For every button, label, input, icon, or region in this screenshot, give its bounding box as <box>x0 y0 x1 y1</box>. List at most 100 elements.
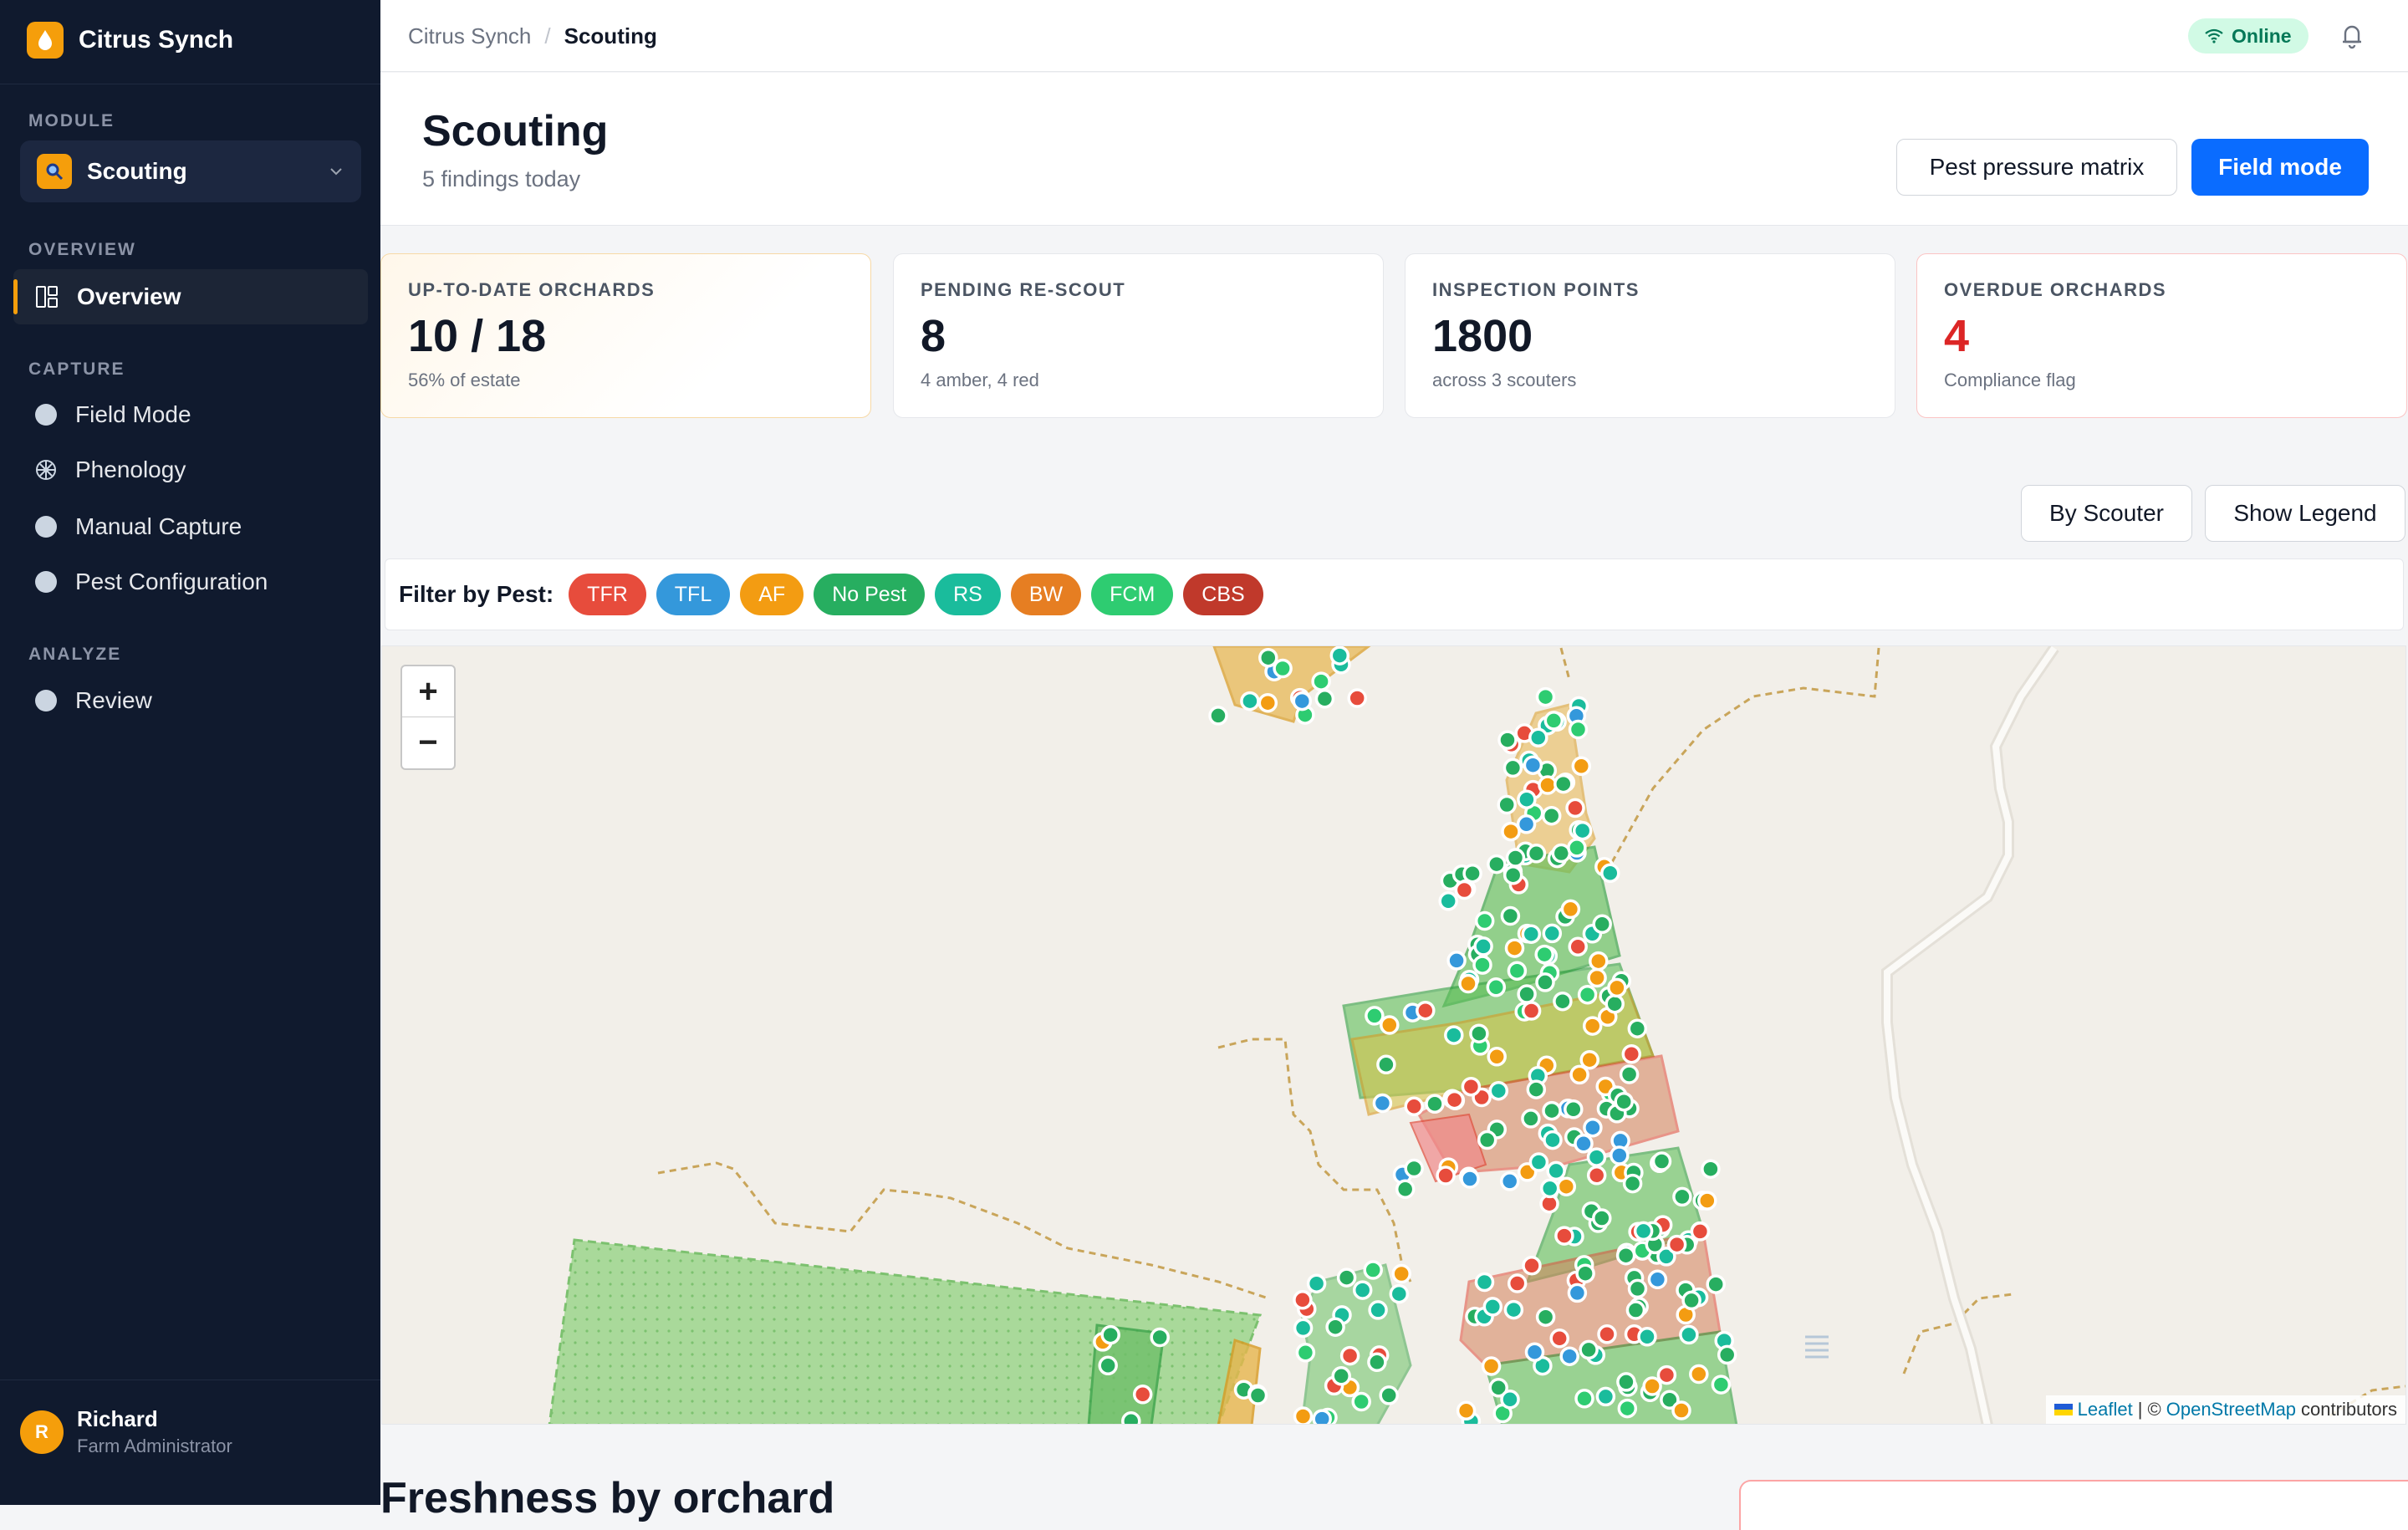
inspection-pin[interactable] <box>1711 1374 1732 1395</box>
zoom-out-button[interactable]: − <box>402 717 454 768</box>
inspection-pin[interactable] <box>1589 951 1609 972</box>
inspection-pin[interactable] <box>1582 1016 1603 1036</box>
inspection-pin[interactable] <box>1404 1096 1424 1117</box>
inspection-pin[interactable] <box>1458 973 1478 994</box>
inspection-pin[interactable] <box>1697 1191 1717 1211</box>
inspection-pin[interactable] <box>1526 844 1547 864</box>
inspection-pin[interactable] <box>1535 1307 1556 1327</box>
inspection-pin[interactable] <box>1542 1100 1562 1121</box>
map-canvas[interactable] <box>382 646 2406 1425</box>
inspection-pin[interactable] <box>1535 972 1555 992</box>
inspection-pin[interactable] <box>1502 864 1523 885</box>
inspection-pin[interactable] <box>1456 1400 1477 1421</box>
inspection-pin[interactable] <box>1522 1256 1542 1276</box>
leaflet-link[interactable]: Leaflet <box>2078 1399 2133 1420</box>
filter-chip-af[interactable]: AF <box>740 574 804 615</box>
inspection-pin[interactable] <box>1541 805 1562 826</box>
sidebar-item-phenology[interactable]: Phenology <box>13 442 368 497</box>
inspection-pin[interactable] <box>1568 719 1589 740</box>
inspection-pin[interactable] <box>1150 1327 1170 1348</box>
inspection-pin[interactable] <box>1347 688 1367 708</box>
inspection-pin[interactable] <box>1474 910 1495 931</box>
inspection-pin[interactable] <box>1098 1355 1118 1376</box>
inspection-pin[interactable] <box>1325 1317 1345 1337</box>
inspection-pin[interactable] <box>1554 1226 1574 1246</box>
inspection-pin[interactable] <box>1446 951 1467 971</box>
inspection-pin[interactable] <box>1497 730 1518 750</box>
inspection-pin[interactable] <box>1579 1339 1599 1360</box>
inspection-pin[interactable] <box>1502 757 1523 778</box>
inspection-pin[interactable] <box>1553 773 1574 794</box>
inspection-pin[interactable] <box>1625 1300 1646 1320</box>
inspection-pin[interactable] <box>1473 936 1493 956</box>
inspection-pin[interactable] <box>1610 1145 1630 1165</box>
inspection-pin[interactable] <box>1621 1043 1642 1064</box>
inspection-pin[interactable] <box>1438 891 1458 911</box>
sidebar-item-overview[interactable]: Overview <box>13 269 368 324</box>
inspection-pin[interactable] <box>1395 1179 1416 1200</box>
inspection-pin[interactable] <box>1500 1390 1520 1410</box>
inspection-pin[interactable] <box>1295 1343 1316 1363</box>
inspection-pin[interactable] <box>1273 658 1293 679</box>
inspection-pin[interactable] <box>1132 1385 1153 1405</box>
inspection-pin[interactable] <box>1577 984 1598 1005</box>
inspection-pin[interactable] <box>1311 671 1331 691</box>
inspection-pin[interactable] <box>1507 961 1528 981</box>
inspection-pin[interactable] <box>1523 755 1543 775</box>
inspection-pin[interactable] <box>1534 944 1554 965</box>
inspection-pin[interactable] <box>1642 1376 1662 1396</box>
inspection-pin[interactable] <box>1292 691 1313 711</box>
inspection-pin[interactable] <box>1666 1234 1687 1255</box>
inspection-pin[interactable] <box>1526 1079 1547 1099</box>
inspection-pin[interactable] <box>1586 1165 1607 1186</box>
inspection-pin[interactable] <box>1352 1280 1373 1300</box>
openstreetmap-link[interactable]: OpenStreetMap <box>2166 1399 2296 1420</box>
inspection-pin[interactable] <box>1592 914 1612 935</box>
inspection-pin[interactable] <box>1689 1364 1709 1385</box>
inspection-pin[interactable] <box>1524 1342 1545 1362</box>
inspection-pin[interactable] <box>1329 646 1350 666</box>
inspection-pin[interactable] <box>1617 1398 1638 1419</box>
inspection-pin[interactable] <box>1604 993 1625 1014</box>
inspection-pin[interactable] <box>1592 1208 1612 1228</box>
inspection-pin[interactable] <box>1637 1327 1657 1347</box>
module-select[interactable]: Scouting <box>20 140 361 202</box>
inspection-pin[interactable] <box>1574 1134 1594 1154</box>
filter-chip-fcm[interactable]: FCM <box>1091 574 1174 615</box>
inspection-pin[interactable] <box>1121 1411 1141 1425</box>
inspection-pin[interactable] <box>1487 854 1507 875</box>
inspection-pin[interactable] <box>1528 727 1548 748</box>
inspection-pin[interactable] <box>1627 1018 1648 1038</box>
filter-chip-bw[interactable]: BW <box>1010 574 1082 615</box>
inspection-pin[interactable] <box>1568 936 1588 957</box>
filter-chip-tfr[interactable]: TFR <box>569 574 646 615</box>
inspection-pin[interactable] <box>1487 1047 1507 1067</box>
inspection-pin[interactable] <box>1507 1273 1528 1293</box>
inspection-pin[interactable] <box>1404 1158 1424 1179</box>
inspection-pin[interactable] <box>1100 1324 1120 1345</box>
brand[interactable]: Citrus Synch <box>27 22 233 59</box>
inspection-pin[interactable] <box>1587 967 1607 988</box>
inspection-pin[interactable] <box>1679 1324 1699 1345</box>
inspection-pin[interactable] <box>1331 1366 1351 1386</box>
inspection-pin[interactable] <box>1706 1274 1726 1294</box>
user-profile[interactable]: R Richard Farm Administrator <box>20 1406 232 1457</box>
pest-pressure-matrix-button[interactable]: Pest pressure matrix <box>1896 139 2177 196</box>
inspection-pin[interactable] <box>1560 899 1581 920</box>
field-mode-button[interactable]: Field mode <box>2191 139 2369 196</box>
inspection-pin[interactable] <box>1671 1400 1691 1420</box>
inspection-pin[interactable] <box>1607 977 1627 998</box>
inspection-pin[interactable] <box>1505 848 1526 868</box>
inspection-pin[interactable] <box>1368 1300 1388 1320</box>
inspection-pin[interactable] <box>1600 863 1620 884</box>
inspection-pin[interactable] <box>1472 955 1492 975</box>
inspection-pin[interactable] <box>1503 1299 1524 1320</box>
inspection-pin[interactable] <box>1258 647 1278 668</box>
filter-chip-cbs[interactable]: CBS <box>1183 574 1263 615</box>
inspection-pin[interactable] <box>1583 1117 1603 1138</box>
inspection-pin[interactable] <box>1633 1221 1654 1242</box>
inspection-pin[interactable] <box>1482 1297 1503 1317</box>
sidebar-item-field-mode[interactable]: Field Mode <box>13 387 368 442</box>
inspection-pin[interactable] <box>1306 1273 1327 1293</box>
inspection-pin[interactable] <box>1521 1109 1541 1129</box>
